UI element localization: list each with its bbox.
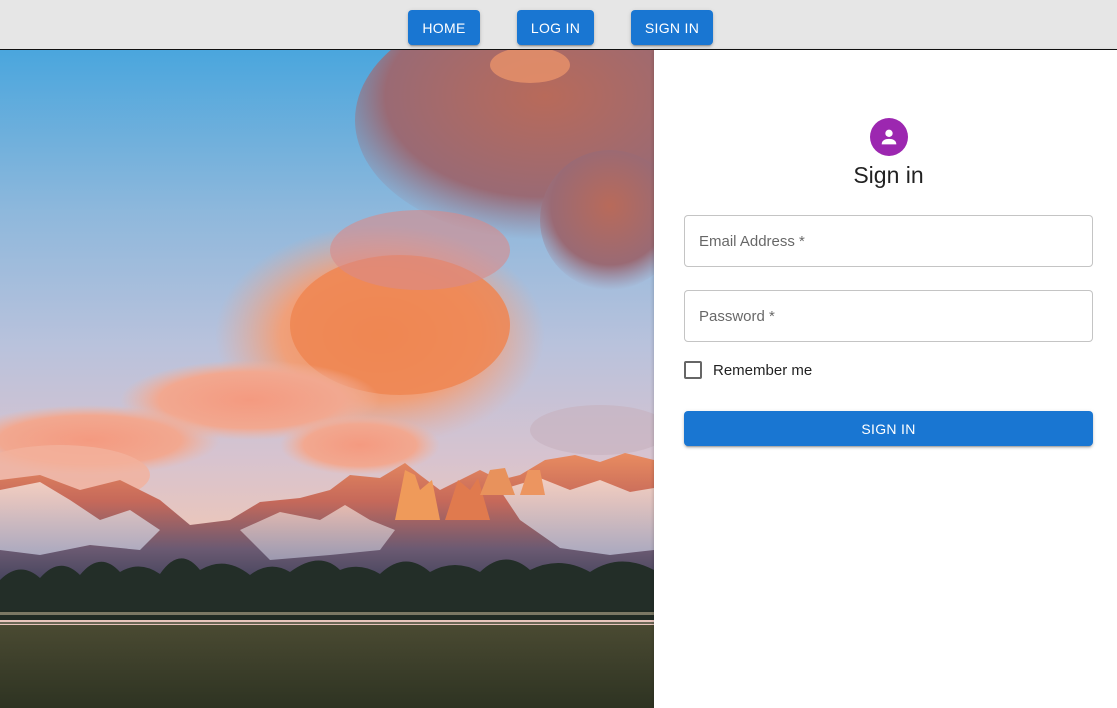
password-input[interactable] <box>685 291 1092 341</box>
remember-me-option[interactable]: Remember me <box>684 360 812 380</box>
person-icon <box>881 129 897 145</box>
password-field <box>684 290 1093 342</box>
home-button[interactable]: HOME <box>408 10 480 45</box>
remember-me-checkbox[interactable] <box>684 361 702 379</box>
signin-panel: Sign in Remember me SIGN IN <box>654 50 1117 708</box>
page-title: Sign in <box>853 162 924 188</box>
landscape-image <box>0 50 654 708</box>
remember-me-label: Remember me <box>713 361 813 379</box>
email-input[interactable] <box>685 216 1092 266</box>
signin-submit-button[interactable]: SIGN IN <box>684 411 1093 446</box>
email-field <box>684 215 1093 267</box>
signin-nav-button[interactable]: SIGN IN <box>631 10 713 45</box>
avatar <box>870 118 908 156</box>
top-nav-bar: HOME LOG IN SIGN IN <box>0 0 1117 50</box>
login-button[interactable]: LOG IN <box>517 10 594 45</box>
